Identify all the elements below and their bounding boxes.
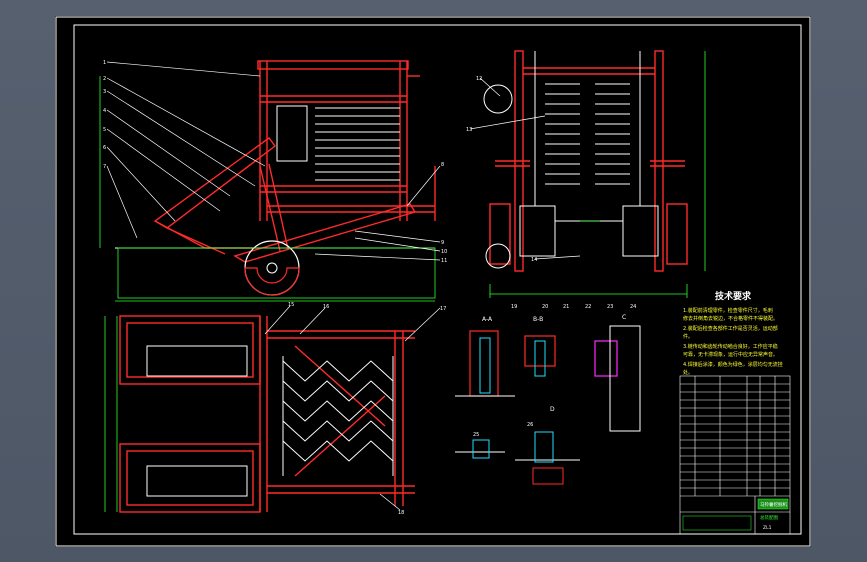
label-section-b: B-B (533, 316, 543, 323)
end-view-leaders (469, 77, 581, 260)
part-balloon: 14 (531, 257, 537, 263)
part-balloon: 17 (440, 306, 446, 312)
title-block-subtitle: 总装配图 (760, 514, 778, 521)
part-balloon: 13 (466, 127, 472, 133)
plan-dimensions (104, 316, 118, 512)
part-balloon: 3 (103, 89, 106, 95)
title-block: 马铃薯挖掘机 总装配图 ZL1 (682, 498, 789, 531)
note-line: 修去并倒角去锐边，不合格零件不得装配。 (683, 315, 778, 322)
note-line: 2.装配后检查各部件工作是否灵活，运动部 (683, 325, 778, 332)
part-balloons: 1234567 89101112131415 16 171819 20 21 22 23 242… (103, 60, 636, 516)
note-line: 4.焊接后涂漆，颜色为绿色，涂层均匀无流挂 (683, 361, 783, 368)
part-balloon: 8 (441, 162, 444, 168)
part-balloon: 26 (527, 422, 533, 428)
part-balloon: 9 (441, 240, 444, 246)
note-line: 处。 (683, 369, 693, 376)
top-rail (257, 60, 409, 70)
hopper-slats (276, 105, 400, 181)
part-balloon: 19 (511, 304, 517, 310)
part-balloon: 23 (607, 304, 613, 310)
part-balloon: 18 (398, 510, 404, 516)
part-balloon: 12 (476, 76, 482, 82)
drawing-sheet: A-A B-B C D 技术要求 1.装配前清理零件，检查零件尺寸，毛刺 修去并… (55, 16, 811, 547)
part-balloon: 24 (630, 304, 636, 310)
note-line: 可靠，无卡滞现象，运行中应无异常声音。 (683, 351, 778, 358)
note-line: 1.装配前清理零件，检查零件尺寸，毛刺 (683, 307, 773, 314)
title-block-sheet-no: ZL1 (763, 525, 772, 531)
part-balloon: 6 (103, 145, 106, 151)
part-balloon: 2 (103, 76, 106, 82)
sheet-border (55, 16, 811, 547)
part-balloon: 11 (441, 258, 447, 264)
parts-list (679, 375, 791, 535)
side-view-leaders (106, 61, 441, 261)
section-labels: A-A B-B C D (482, 314, 626, 413)
part-balloon: 4 (103, 108, 106, 114)
part-balloon: 21 (563, 304, 569, 310)
notes-title: 技术要求 (715, 290, 752, 302)
part-balloon: 25 (473, 432, 479, 438)
section-details (455, 325, 641, 485)
technical-notes: 技术要求 1.装配前清理零件，检查零件尺寸，毛刺 修去并倒角去锐边，不合格零件不… (683, 290, 783, 376)
cad-viewport[interactable]: A-A B-B C D 技术要求 1.装配前清理零件，检查零件尺寸，毛刺 修去并… (0, 0, 867, 562)
label-detail-c: C (622, 314, 626, 321)
part-balloon: 1 (103, 60, 106, 66)
part-balloon: 16 (323, 304, 329, 310)
ground-wheel (115, 240, 435, 296)
part-balloon: 7 (103, 164, 106, 170)
drawing-frame (73, 24, 802, 535)
plan-view (119, 315, 415, 513)
note-line: 件。 (683, 333, 693, 340)
note-line: 3.链传动和齿轮传动啮合良好，工作应平稳 (683, 343, 778, 350)
drawing-canvas[interactable]: A-A B-B C D 技术要求 1.装配前清理零件，检查零件尺寸，毛刺 修去并… (55, 16, 811, 547)
title-block-title: 马铃薯挖掘机 (760, 501, 787, 508)
part-balloon: 22 (585, 304, 591, 310)
label-detail-d: D (550, 406, 555, 413)
part-balloon: 15 (288, 302, 294, 308)
part-balloon: 10 (441, 249, 447, 255)
part-balloon: 20 (542, 304, 548, 310)
label-section-a: A-A (482, 316, 493, 323)
part-balloon: 5 (103, 127, 106, 133)
